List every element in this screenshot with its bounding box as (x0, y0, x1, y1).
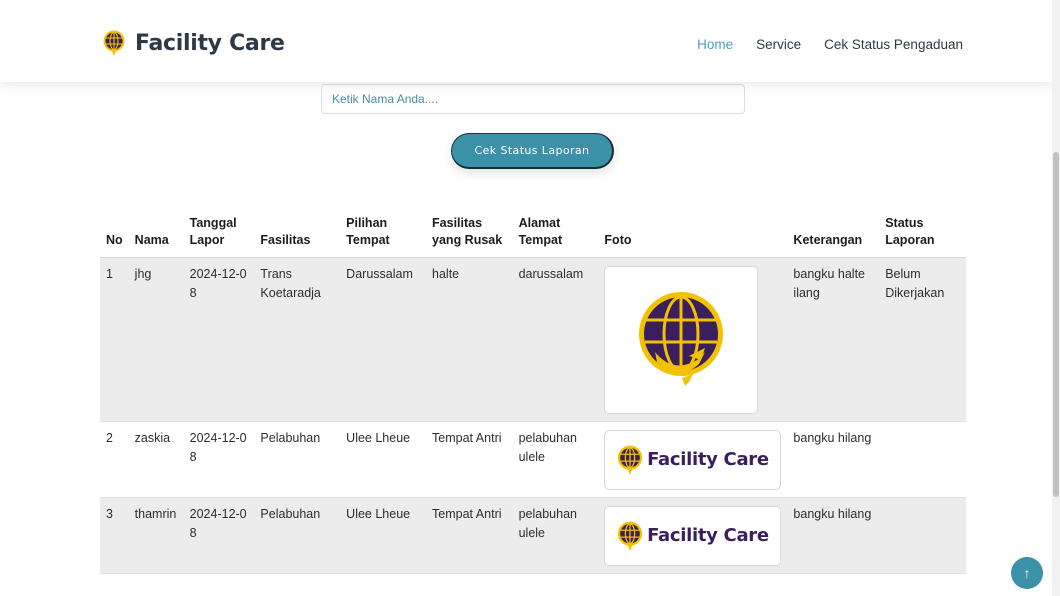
cell-fasilitas: Pelabuhan (254, 497, 341, 574)
column-header: Alamat Tempat (512, 203, 599, 258)
nav-service[interactable]: Service (756, 37, 801, 52)
cell-foto (598, 257, 788, 422)
emblem-logo-icon (639, 291, 724, 386)
table-row: 3 thamrin 2024-12-08 Pelabuhan Ulee Lheu… (100, 497, 966, 574)
column-header: Nama (128, 203, 184, 258)
nav-home[interactable]: Home (697, 37, 733, 52)
cell-tanggal: 2024-12-08 (183, 421, 255, 498)
report-photo[interactable]: Facility Care (604, 505, 782, 566)
cell-fasilitas: Trans Koetaradja (254, 257, 341, 422)
column-header: Foto (598, 203, 788, 258)
facility-care-logo: Facility Care (617, 521, 769, 551)
cell-rusak: Tempat Antri (426, 497, 513, 574)
column-header: Tanggal Lapor (183, 203, 255, 258)
cell-status: Belum Dikerjakan (879, 257, 966, 422)
cell-no: 1 (100, 257, 129, 422)
cell-keterangan: bangku hilang (787, 497, 880, 574)
column-header: Pilihan Tempat (340, 203, 427, 258)
cell-fasilitas: Pelabuhan (254, 421, 341, 498)
report-table: No Nama Tanggal Lapor Fasilitas Pilihan … (100, 203, 966, 574)
cell-alamat: pelabuhan ulele (512, 421, 599, 498)
cell-foto: Facility Care (598, 497, 788, 574)
cell-nama: jhg (128, 257, 184, 422)
cell-alamat: darussalam (512, 257, 599, 422)
cek-status-laporan-button[interactable]: Cek Status Laporan (451, 133, 614, 169)
table-row: 1 jhg 2024-12-08 Trans Koetaradja Daruss… (100, 257, 966, 422)
scrollbar[interactable] (1052, 0, 1060, 596)
arrow-up-icon: ↑ (1023, 565, 1031, 581)
cell-tanggal: 2024-12-08 (183, 497, 255, 574)
name-search-input[interactable] (321, 84, 745, 114)
cell-status (879, 497, 966, 574)
scrollbar-thumb[interactable] (1053, 152, 1059, 497)
cell-rusak: halte (426, 257, 513, 422)
cell-tanggal: 2024-12-08 (183, 257, 255, 422)
cell-alamat: pelabuhan ulele (512, 497, 599, 574)
column-header: No (100, 203, 129, 258)
cell-nama: thamrin (128, 497, 184, 574)
cell-tempat: Darussalam (340, 257, 427, 422)
column-header: Status Laporan (879, 203, 966, 258)
cell-foto: Facility Care (598, 421, 788, 498)
report-photo[interactable]: Facility Care (604, 429, 782, 490)
facility-care-logo-icon (103, 30, 125, 56)
globe-icon (617, 521, 643, 551)
column-header: Fasilitas yang Rusak (426, 203, 513, 258)
table-header-row: No Nama Tanggal Lapor Fasilitas Pilihan … (100, 203, 966, 258)
brand[interactable]: Facility Care (103, 30, 285, 56)
brand-name: Facility Care (135, 30, 285, 56)
column-header: Keterangan (787, 203, 880, 258)
logo-text: Facility Care (647, 525, 769, 546)
cell-nama: zaskia (128, 421, 184, 498)
cell-rusak: Tempat Antri (426, 421, 513, 498)
table-row: 2 zaskia 2024-12-08 Pelabuhan Ulee Lheue… (100, 421, 966, 498)
site-header: Facility Care Home Service Cek Status Pe… (0, 0, 1058, 82)
cell-tempat: Ulee Lheue (340, 497, 427, 574)
cell-no: 3 (100, 497, 129, 574)
column-header: Fasilitas (254, 203, 341, 258)
report-photo[interactable] (604, 265, 759, 414)
main-nav: Home Service Cek Status Pengaduan (674, 37, 963, 52)
cell-tempat: Ulee Lheue (340, 421, 427, 498)
globe-icon (617, 445, 643, 475)
back-to-top-button[interactable]: ↑ (1011, 557, 1043, 589)
cell-keterangan: bangku hilang (787, 421, 880, 498)
logo-text: Facility Care (647, 449, 769, 470)
cell-keterangan: bangku halte ilang (787, 257, 880, 422)
facility-care-logo: Facility Care (617, 445, 769, 475)
cell-no: 2 (100, 421, 129, 498)
nav-cek-status-pengaduan[interactable]: Cek Status Pengaduan (824, 37, 963, 52)
cell-status (879, 421, 966, 498)
